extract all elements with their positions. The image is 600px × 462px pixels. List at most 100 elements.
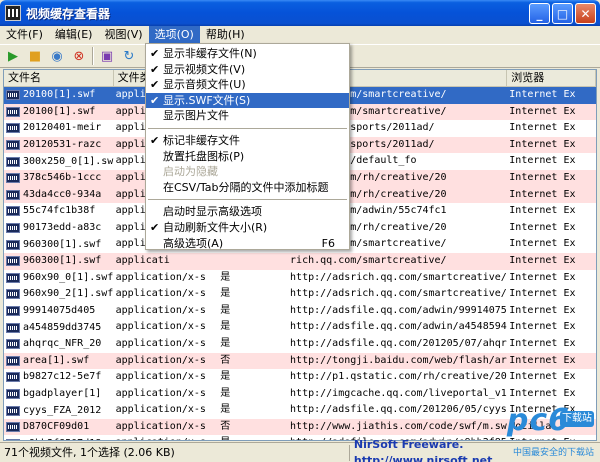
cell-cache: 否: [220, 354, 231, 366]
filename-text: 960x90_2[1].swf: [23, 288, 114, 300]
cell-url: http://adsfile.qq.com/adwin/99914075: [290, 304, 507, 316]
table-row[interactable]: bgadplayer[1] application/x-s 是 http://imgc…: [4, 386, 596, 403]
table-row[interactable]: 960300[1].swf applicati rich.qq.com/smartc…: [4, 252, 596, 270]
video-file-icon: [6, 322, 20, 333]
cell-filename: 20100[1].swf: [4, 87, 114, 104]
video-file-icon: [6, 123, 20, 134]
video-file-icon: [6, 306, 20, 317]
refresh-icon[interactable]: ↻: [120, 47, 138, 65]
globe-icon[interactable]: ◉: [48, 47, 66, 65]
watermark-subtitle: 中国最安全的下载站: [512, 448, 594, 458]
cell-url: http://tongji.baidu.com/web/flash/ar: [290, 354, 507, 366]
menu-help[interactable]: 帮助(H): [200, 26, 251, 44]
cell-cache: 是: [220, 271, 231, 283]
video-file-icon: [6, 90, 20, 101]
options-menu-item[interactable]: 在CSV/Tab分隔的文件中添加标题: [146, 180, 349, 196]
options-menu-item[interactable]: ✔ 显示.SWF文件(S): [146, 92, 349, 109]
folder-icon[interactable]: ■: [26, 47, 44, 65]
cell-cache: 是: [220, 304, 231, 316]
table-row[interactable]: a454859dd3745 application/x-s 是 http://adsf…: [4, 319, 596, 336]
options-menu-item[interactable]: ✔ 自动刷新文件大小(R): [146, 220, 349, 236]
table-row[interactable]: 960x90_2[1].swf application/x-s 是 http://ad…: [4, 286, 596, 303]
video-file-icon: [6, 289, 20, 300]
menu-item-label: 放置托盘图标: [163, 149, 229, 163]
menu-file[interactable]: 文件(F): [0, 26, 49, 44]
options-dropdown: ✔ 显示非缓存文件(N) ✔ 显示视频文件(V) ✔ 显示音频文件(U) ✔ 显示.SWF文件…: [145, 43, 350, 250]
table-row[interactable]: ahqrqc_NFR_20 application/x-s 是 http://adsf…: [4, 336, 596, 353]
video-file-icon: [6, 339, 20, 350]
menu-item-label: 启动为隐藏: [163, 165, 218, 179]
checkmark-icon: ✔: [150, 62, 160, 76]
window-title: 视频缓存查看器: [26, 6, 111, 21]
cell-browser: Internet Ex: [509, 371, 576, 383]
cell-filetype: applicati: [115, 254, 170, 266]
filename-text: b9827c12-5e7f: [23, 371, 102, 383]
cell-filename: ahqrqc_NFR_20: [4, 336, 114, 353]
properties-icon[interactable]: ▣: [98, 47, 116, 65]
cell-cache: [218, 253, 288, 270]
delete-icon[interactable]: ⊗: [70, 47, 88, 65]
video-file-icon: [6, 239, 20, 250]
cell-filename: a454859dd3745: [4, 319, 114, 336]
status-count: 71个视频文件, 1个选择 (2.06 KB): [0, 444, 350, 461]
cell-browser: Internet Ex: [509, 304, 576, 316]
cell-browser: Internet Ex: [509, 105, 576, 117]
cell-filetype: application/x-s: [115, 387, 206, 399]
cell-filename: 960300[1].swf: [4, 236, 114, 253]
cell-filetype: application/x-s: [115, 288, 206, 300]
cell-filename: e9bb2f8507d18: [4, 435, 114, 440]
options-menu-item[interactable]: ✔ 显示音频文件(U): [146, 77, 349, 93]
cell-filename: cyys_FZA_2012: [4, 402, 114, 419]
checkmark-icon: ✔: [150, 133, 160, 147]
options-menu-item[interactable]: 显示图片文件: [146, 108, 349, 124]
filename-text: 43da4cc0-934a: [23, 188, 102, 200]
options-menu-item[interactable]: ✔ 标记非缓存文件: [146, 133, 349, 149]
options-menu-item[interactable]: 启动时显示高级选项: [146, 204, 349, 220]
table-row[interactable]: 99914075d405 application/x-s 是 http://adsfi…: [4, 303, 596, 320]
cell-url: http://adsfile.qq.com/201205/07/ahqr: [290, 337, 507, 349]
minimize-button[interactable]: _: [529, 3, 550, 24]
table-row[interactable]: b9827c12-5e7f application/x-s 是 http://p1.q…: [4, 369, 596, 386]
table-row[interactable]: area[1].swf application/x-s 否 http://tongji…: [4, 352, 596, 370]
menu-view[interactable]: 视图(V): [98, 26, 148, 44]
close-button[interactable]: ✕: [575, 3, 596, 24]
cell-browser: Internet Ex: [509, 238, 576, 250]
filename-text: 960x90_0[1].swf: [23, 271, 114, 283]
cell-browser: Internet Ex: [509, 271, 576, 283]
menu-edit[interactable]: 编辑(E): [49, 26, 99, 44]
cell-filename: 20100[1].swf: [4, 104, 114, 121]
cell-filename: 90173edd-a83c: [4, 220, 114, 237]
options-menu-item[interactable]: ✔ 显示视频文件(V): [146, 62, 349, 78]
cell-filetype: application/x-s: [115, 337, 206, 349]
column-header-browser[interactable]: 浏览器: [507, 70, 596, 86]
cell-browser: Internet Ex: [509, 205, 576, 217]
video-file-icon: [6, 388, 20, 399]
cell-url: rich.qq.com/smartcreative/: [290, 254, 447, 266]
cell-filename: 20120401-meir: [4, 120, 114, 137]
cell-filetype: application/x-s: [114, 435, 219, 440]
cell-filetype: application/x-s: [115, 354, 206, 366]
cell-cache: 是: [220, 321, 231, 333]
options-menu-item[interactable]: 高级选项(A) F6: [146, 236, 349, 252]
menu-item-label: 在CSV/Tab分隔的文件中添加标题: [163, 180, 329, 194]
menu-separator: [148, 127, 347, 129]
title-buttons: _ □ ✕: [529, 3, 596, 24]
cell-filename: 960x90_2[1].swf: [4, 286, 114, 303]
menu-item-label: 显示非缓存文件: [163, 47, 240, 60]
options-menu-item[interactable]: 放置托盘图标(P): [146, 149, 349, 165]
cell-browser: Internet Ex: [509, 89, 576, 100]
cell-browser: Internet Ex: [509, 254, 576, 266]
options-menu-item[interactable]: ✔ 显示非缓存文件(N): [146, 46, 349, 62]
maximize-button[interactable]: □: [552, 3, 573, 24]
title-bar[interactable]: 视频缓存查看器 _ □ ✕: [0, 0, 600, 26]
menu-item-accelerator: (U): [229, 78, 246, 92]
video-file-icon: [6, 355, 20, 366]
filename-text: ahqrqc_NFR_20: [23, 338, 102, 350]
table-row[interactable]: 960x90_0[1].swf application/x-s 是 http://ad…: [4, 270, 596, 287]
column-header-filename[interactable]: 文件名: [4, 70, 114, 86]
cell-filename: 20120531-razc: [4, 137, 114, 154]
menu-options[interactable]: 选项(O): [148, 26, 200, 44]
play-icon[interactable]: ▶: [4, 47, 22, 65]
cell-filetype: application/x-s: [115, 304, 206, 316]
video-file-icon: [6, 405, 20, 416]
